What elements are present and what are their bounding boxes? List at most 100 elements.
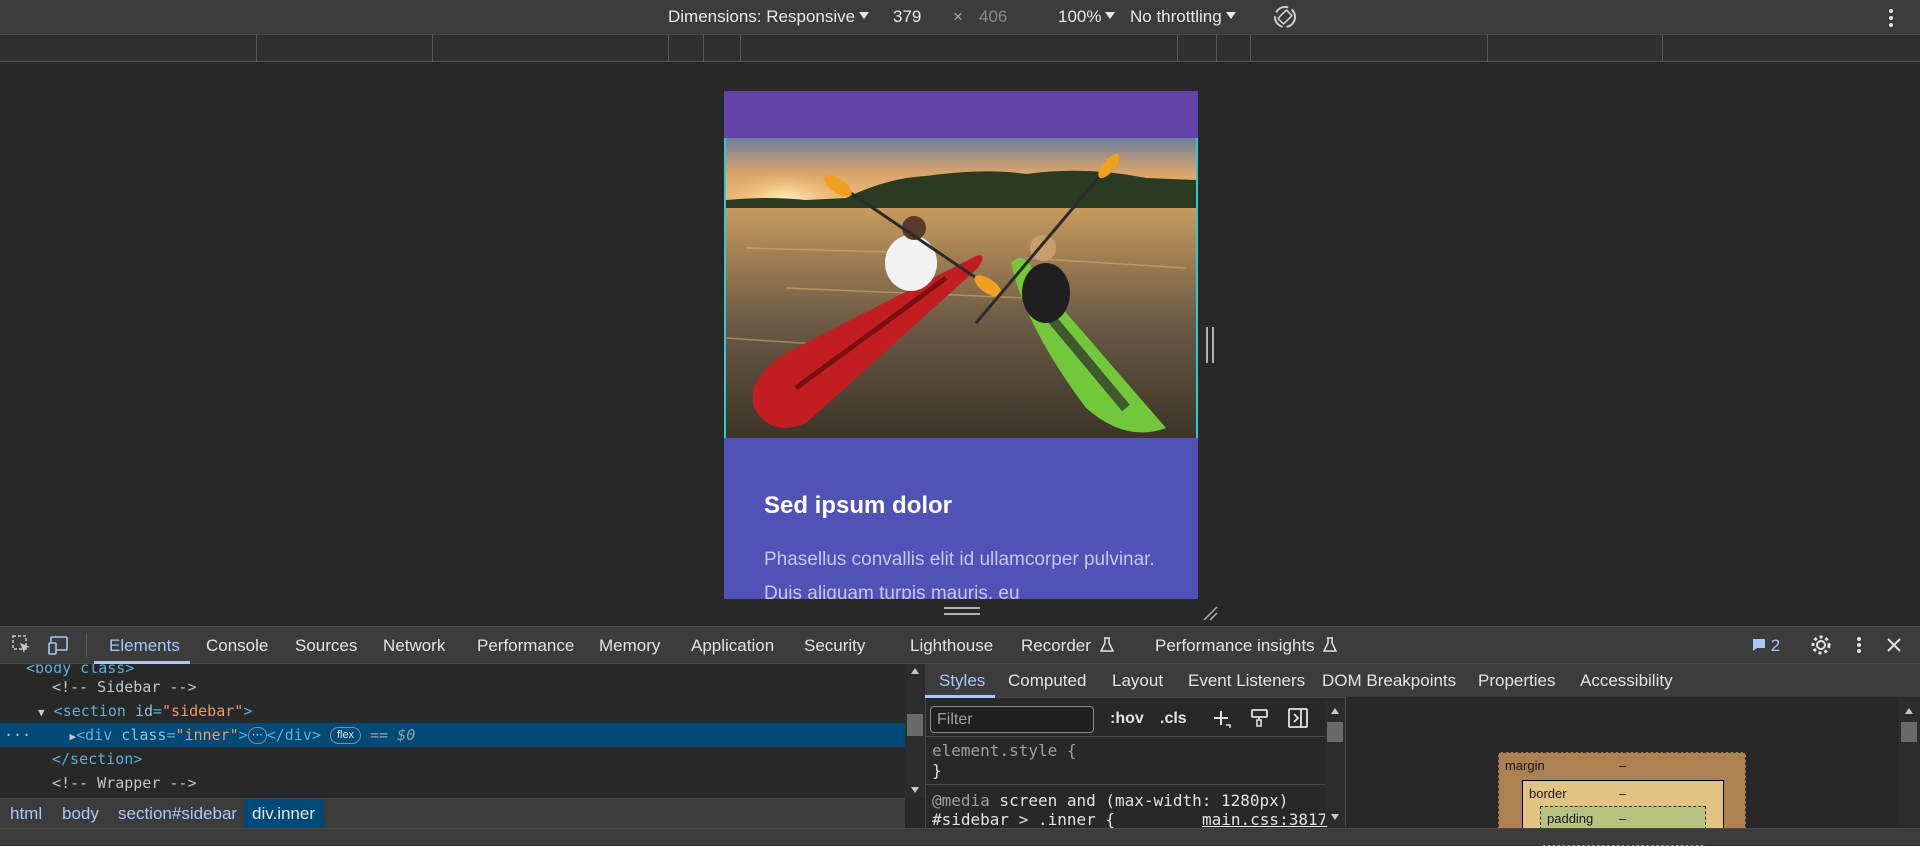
- resize-handle-bottom[interactable]: [944, 607, 980, 615]
- breadcrumb-section[interactable]: section#sidebar: [118, 804, 237, 824]
- tab-security[interactable]: Security: [804, 636, 865, 656]
- tab-performance-insights[interactable]: Performance insights: [1155, 636, 1338, 656]
- tab-recorder-label: Recorder: [1021, 636, 1091, 655]
- div-attr-name: class: [121, 726, 167, 744]
- scrollbar-thumb[interactable]: [1327, 722, 1343, 742]
- tab-sources[interactable]: Sources: [295, 636, 357, 656]
- section-close-tag: </section>: [52, 750, 143, 768]
- flex-badge[interactable]: flex: [329, 727, 362, 744]
- tab-console[interactable]: Console: [206, 636, 268, 656]
- comment-text: <!-- Sidebar -->: [52, 678, 197, 696]
- article-card: Sed ipsum dolor Phasellus convallis elit…: [724, 438, 1198, 599]
- settings-gear-icon[interactable]: [1810, 634, 1832, 656]
- tab-performance[interactable]: Performance: [477, 636, 574, 656]
- element-style-rule[interactable]: element.style {: [932, 741, 1077, 760]
- ellipsis-badge[interactable]: ⋯: [247, 727, 267, 744]
- scroll-up-icon[interactable]: [911, 668, 919, 674]
- border-value[interactable]: –: [1619, 786, 1626, 801]
- dom-node-section[interactable]: ▼ <section id="sidebar">: [0, 699, 905, 723]
- device-toolbar-toggle-icon[interactable]: [48, 635, 72, 655]
- times-icon: ×: [953, 7, 963, 26]
- dom-tree: <body class> <!-- Sidebar --> ▼ <section…: [0, 664, 905, 798]
- border-label: border: [1529, 786, 1567, 801]
- device-toolbar: Dimensions: Responsive 379 × 406 100% No…: [0, 0, 1920, 35]
- dom-comment-wrapper[interactable]: <!-- Wrapper -->: [0, 771, 905, 795]
- tab-properties[interactable]: Properties: [1478, 671, 1555, 691]
- dom-tree-scrollbar[interactable]: [905, 664, 925, 798]
- collapsed-triangle-icon[interactable]: ▶: [40, 725, 77, 749]
- device-viewport: Sed ipsum dolor Phasellus convallis elit…: [724, 91, 1198, 599]
- caret-down-icon: [859, 12, 870, 19]
- throttling-dropdown[interactable]: No throttling: [1130, 7, 1236, 27]
- scroll-up-icon[interactable]: [1905, 708, 1913, 714]
- breadcrumb: html body section#sidebar div.inner: [0, 798, 905, 829]
- width-input[interactable]: 379: [893, 7, 921, 27]
- console-drawer-bar[interactable]: [0, 828, 1920, 845]
- ruler-tick: [740, 35, 741, 61]
- throttling-label: No throttling: [1130, 7, 1222, 26]
- section-attr-value: "sidebar": [162, 702, 244, 720]
- article-text: Phasellus convallis elit id ullamcorper …: [764, 549, 1155, 599]
- tab-layout[interactable]: Layout: [1112, 671, 1163, 691]
- media-at-rule: @media: [932, 791, 990, 810]
- close-devtools-icon[interactable]: [1886, 637, 1902, 653]
- tab-accessibility[interactable]: Accessibility: [1580, 671, 1673, 691]
- ruler-tick: [1216, 35, 1217, 61]
- scroll-down-icon[interactable]: [911, 787, 919, 793]
- devtools-more-icon[interactable]: [1852, 635, 1866, 655]
- css-source-link[interactable]: main.css:3817: [1202, 810, 1327, 829]
- tab-elements[interactable]: Elements: [109, 636, 180, 656]
- breadcrumb-html[interactable]: html: [10, 804, 42, 824]
- tab-application[interactable]: Application: [691, 636, 774, 656]
- issues-icon: [1753, 639, 1765, 651]
- hov-toggle[interactable]: :hov: [1110, 710, 1144, 728]
- dom-node-section-close[interactable]: </section>: [0, 747, 905, 771]
- height-input[interactable]: 406: [979, 7, 1007, 27]
- breadcrumb-body[interactable]: body: [62, 804, 99, 824]
- media-query-ruler[interactable]: [0, 35, 1920, 62]
- page-header-band: [724, 91, 1198, 138]
- margin-value[interactable]: –: [1619, 758, 1626, 773]
- cls-toggle[interactable]: .cls: [1160, 710, 1187, 728]
- scrollbar-thumb[interactable]: [907, 714, 923, 736]
- more-actions-icon[interactable]: ···: [4, 726, 31, 744]
- zoom-dropdown[interactable]: 100%: [1058, 7, 1116, 27]
- tab-memory[interactable]: Memory: [599, 636, 660, 656]
- tab-computed[interactable]: Computed: [1008, 671, 1086, 691]
- tabbar-divider: [86, 633, 87, 657]
- more-options-icon[interactable]: [1884, 7, 1898, 29]
- inspect-element-icon[interactable]: [12, 635, 32, 655]
- padding-value[interactable]: –: [1619, 811, 1626, 826]
- styles-filter-input[interactable]: Filter: [930, 706, 1094, 733]
- dom-node-div-inner[interactable]: ··· ▶<div class="inner"> ⋯ </div> flex == …: [0, 723, 905, 747]
- new-style-rule-icon[interactable]: [1212, 709, 1232, 729]
- styles-active-tab-indicator: [925, 695, 995, 698]
- resize-handle-right[interactable]: [1206, 327, 1214, 363]
- paint-brush-icon[interactable]: [1250, 708, 1270, 728]
- tab-recorder[interactable]: Recorder: [1021, 636, 1114, 656]
- media-query-line: @media screen and (max-width: 1280px): [932, 791, 1288, 810]
- dimensions-dropdown[interactable]: Dimensions: Responsive: [668, 7, 870, 27]
- tab-dom-breakpoints[interactable]: DOM Breakpoints: [1322, 671, 1456, 691]
- expanded-triangle-icon[interactable]: ▼: [38, 706, 45, 719]
- div-close-tag: </div>: [266, 726, 321, 744]
- box-model-scrollbar[interactable]: [1898, 700, 1920, 826]
- styles-divider: [925, 736, 1325, 737]
- toggle-sidebar-icon[interactable]: [1288, 708, 1308, 728]
- dom-comment-sidebar[interactable]: <!-- Sidebar -->: [0, 675, 905, 699]
- scroll-down-icon[interactable]: [1331, 814, 1339, 820]
- scroll-up-icon[interactable]: [1331, 708, 1339, 714]
- tab-styles[interactable]: Styles: [939, 671, 985, 691]
- breadcrumb-div-inner[interactable]: div.inner: [252, 804, 315, 824]
- tab-network[interactable]: Network: [383, 636, 445, 656]
- styles-scrollbar[interactable]: [1325, 700, 1345, 826]
- rotate-icon[interactable]: [1272, 4, 1298, 30]
- issues-counter[interactable]: 2: [1752, 636, 1780, 656]
- css-rule-selector[interactable]: #sidebar > .inner {: [932, 810, 1115, 829]
- tab-lighthouse[interactable]: Lighthouse: [910, 636, 993, 656]
- media-condition: screen and (max-width: 1280px): [989, 791, 1289, 810]
- resize-corner-icon[interactable]: [1202, 605, 1218, 621]
- tab-event-listeners[interactable]: Event Listeners: [1188, 671, 1305, 691]
- scrollbar-thumb[interactable]: [1901, 722, 1917, 742]
- ruler-tick: [703, 35, 704, 61]
